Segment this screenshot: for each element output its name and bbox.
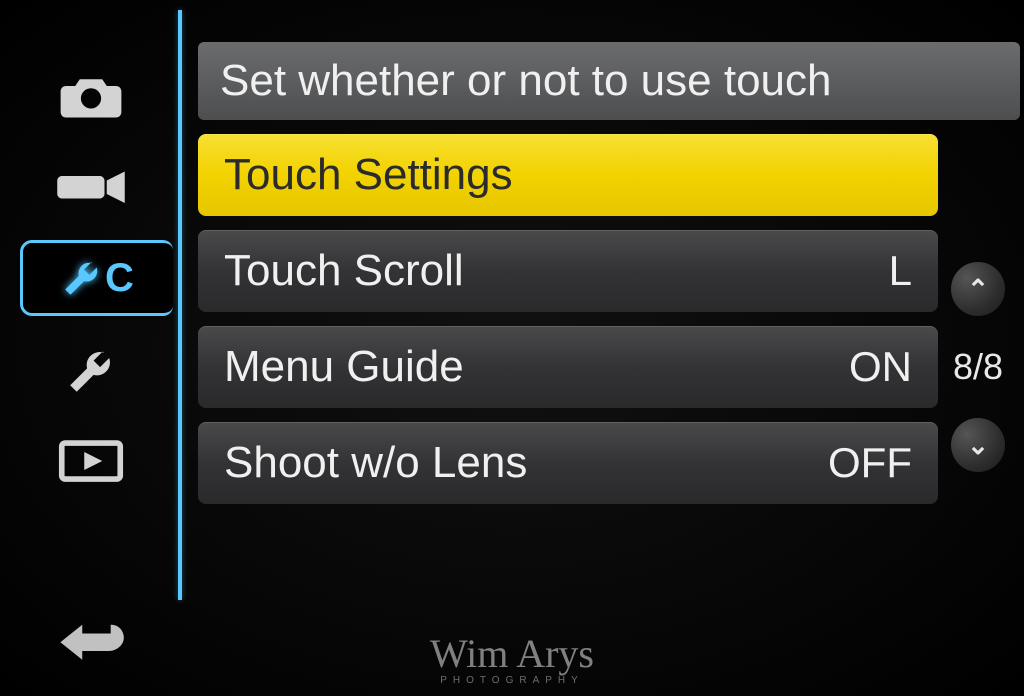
chevron-up-icon: ⌃ <box>967 274 989 305</box>
tab-setup[interactable] <box>26 336 156 406</box>
back-button[interactable] <box>56 617 126 668</box>
sidebar: C <box>16 60 166 496</box>
camera-menu-screen: C Set whether or not to use touch Touch … <box>0 0 1024 696</box>
wrench-icon <box>65 345 117 397</box>
tab-video[interactable] <box>26 150 156 220</box>
watermark-sub: PHOTOGRAPHY <box>430 676 594 686</box>
tab-divider <box>178 10 182 600</box>
menu-row-value: ON <box>849 343 912 391</box>
tab-camera[interactable] <box>26 60 156 130</box>
menu-item-description: Set whether or not to use touch <box>198 42 1020 120</box>
watermark: Wim Arys PHOTOGRAPHY <box>430 634 594 686</box>
menu-rows: Touch Settings Touch Scroll L Menu Guide… <box>198 134 938 504</box>
menu-row-label: Touch Scroll <box>224 246 464 296</box>
menu-row-label: Menu Guide <box>224 342 464 392</box>
page-up-button[interactable]: ⌃ <box>951 262 1005 316</box>
menu-row-value: L <box>889 247 912 295</box>
menu-row-label: Shoot w/o Lens <box>224 438 527 488</box>
back-arrow-icon <box>56 617 126 663</box>
tab-playback[interactable] <box>26 426 156 496</box>
menu-row-shoot-wo-lens[interactable]: Shoot w/o Lens OFF <box>198 422 938 504</box>
playback-icon <box>55 436 127 486</box>
menu-row-touch-settings[interactable]: Touch Settings <box>198 134 938 216</box>
wrench-c-icon <box>61 257 103 299</box>
watermark-name: Wim Arys <box>430 631 594 676</box>
page-down-button[interactable]: ⌄ <box>951 418 1005 472</box>
camera-icon <box>55 70 127 120</box>
menu-row-value: OFF <box>828 439 912 487</box>
menu-row-menu-guide[interactable]: Menu Guide ON <box>198 326 938 408</box>
menu-row-label: Touch Settings <box>224 150 513 200</box>
page-indicator: 8/8 <box>953 346 1003 388</box>
pager: ⌃ 8/8 ⌄ <box>948 262 1008 472</box>
description-text: Set whether or not to use touch <box>220 56 832 106</box>
tab-custom-letter: C <box>105 256 134 301</box>
chevron-down-icon: ⌄ <box>967 430 989 461</box>
tab-custom[interactable]: C <box>20 240 173 316</box>
video-icon <box>55 160 127 210</box>
menu-row-touch-scroll[interactable]: Touch Scroll L <box>198 230 938 312</box>
